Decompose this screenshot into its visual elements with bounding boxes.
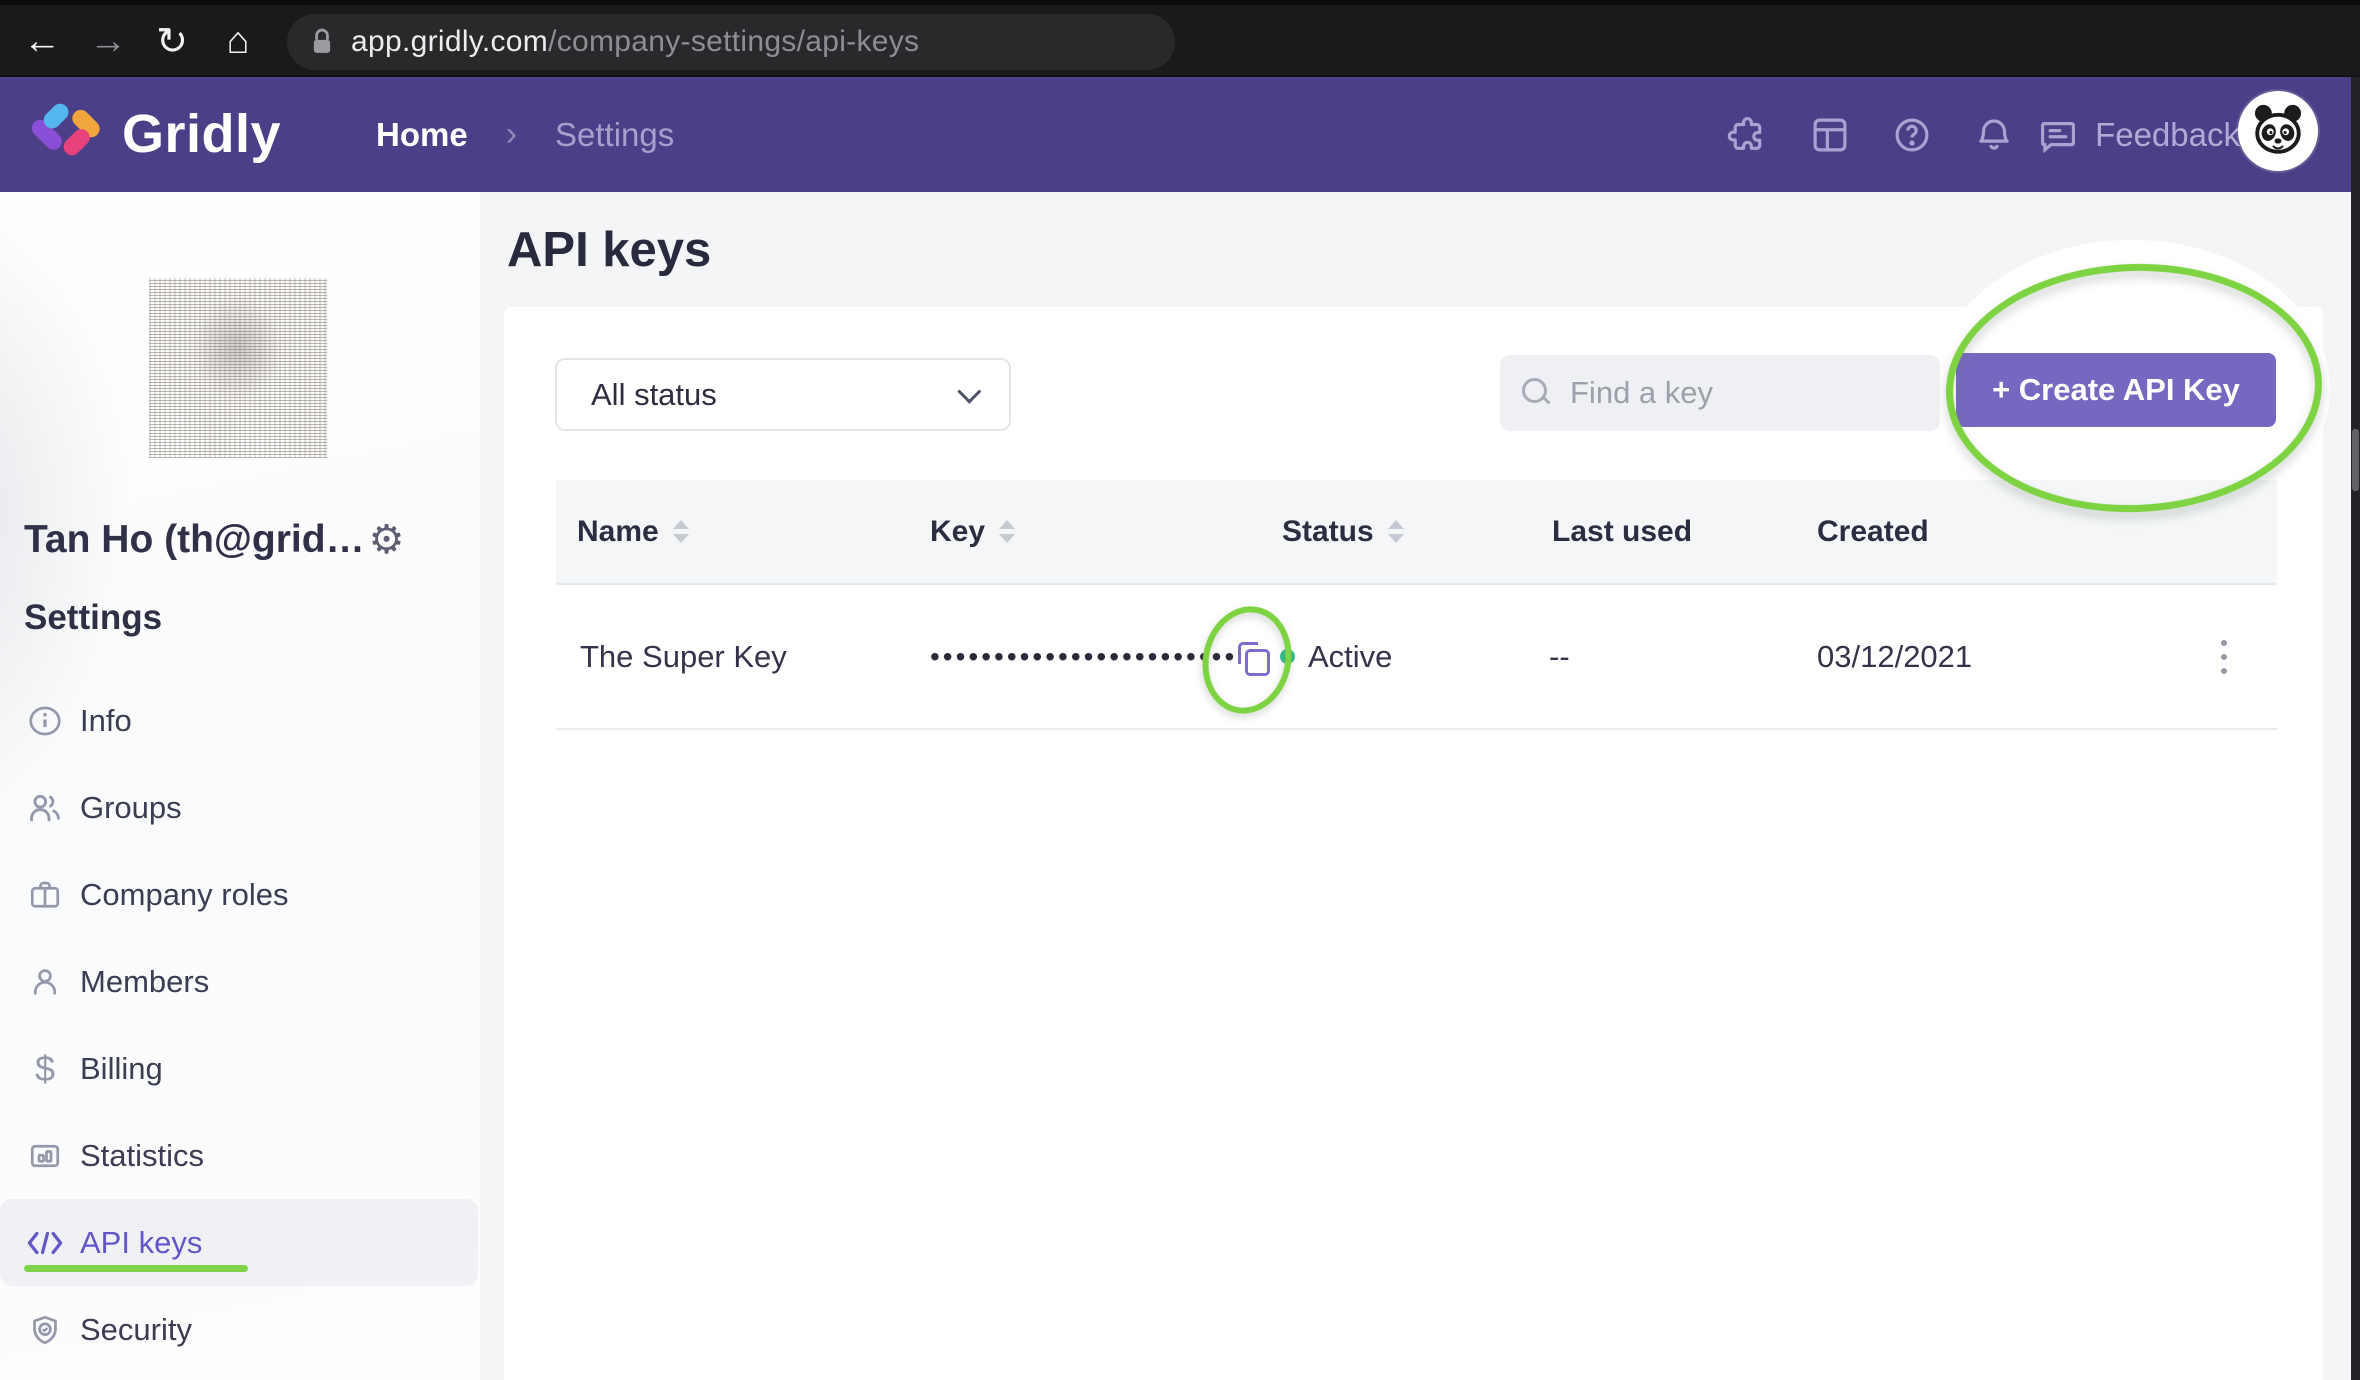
- browser-back-icon[interactable]: ←: [14, 13, 70, 69]
- sidebar-item-statistics[interactable]: Statistics: [0, 1112, 478, 1199]
- profile-picture: [149, 278, 327, 458]
- row-actions-menu-icon[interactable]: [2204, 631, 2244, 683]
- status-label: Active: [1308, 639, 1392, 675]
- brand-name[interactable]: Gridly: [122, 103, 281, 165]
- company-roles-icon: [26, 876, 64, 914]
- settings-sidebar: Tan Ho (th@grid… ⚙ Settings Info: [0, 192, 480, 1380]
- browser-home-icon[interactable]: ⌂: [210, 13, 266, 69]
- column-header-status[interactable]: Status: [1282, 515, 1404, 549]
- active-item-green-underline: [24, 1265, 248, 1272]
- browser-chrome: ← → ↻ ⌂ app.gridly.com/company-settings/…: [0, 0, 2360, 77]
- extensions-icon[interactable]: [1707, 77, 1789, 192]
- column-header-last-used: Last used: [1552, 515, 1692, 549]
- page-scrollbar: [2351, 77, 2360, 1380]
- column-header-created: Created: [1817, 515, 1929, 549]
- table-header: Name Key Status Last used Created: [556, 480, 2277, 585]
- sort-icon[interactable]: [1388, 520, 1404, 543]
- groups-icon: [26, 789, 64, 827]
- lock-icon: [309, 27, 335, 57]
- gear-icon[interactable]: ⚙: [369, 520, 405, 560]
- created-cell: 03/12/2021: [1817, 639, 1972, 675]
- sidebar-item-label: Company roles: [80, 877, 288, 913]
- help-icon[interactable]: [1871, 77, 1953, 192]
- breadcrumb: Home › Settings: [376, 77, 674, 192]
- search-input[interactable]: [1570, 375, 1890, 411]
- feedback-icon: [2037, 114, 2079, 156]
- panda-avatar-icon: [2247, 101, 2309, 161]
- sidebar-item-label: Security: [80, 1312, 192, 1348]
- app-window: ← → ↻ ⌂ app.gridly.com/company-settings/…: [0, 0, 2360, 1380]
- scrollbar-thumb[interactable]: [2352, 429, 2359, 491]
- sidebar-item-label: Members: [80, 964, 209, 1000]
- sidebar-item-api-keys[interactable]: API keys: [0, 1199, 478, 1286]
- sort-icon[interactable]: [999, 520, 1015, 543]
- url-host: app.gridly.com: [351, 25, 548, 58]
- gridly-logo-icon[interactable]: [30, 93, 114, 169]
- last-used-cell: --: [1549, 639, 1570, 675]
- feedback-button[interactable]: Feedback: [2037, 114, 2240, 156]
- url-path: /company-settings/api-keys: [548, 25, 919, 58]
- table-row: The Super Key •••••••••••••••••••••••• A…: [556, 585, 2277, 730]
- browser-forward-icon[interactable]: →: [80, 13, 136, 69]
- status-filter-dropdown[interactable]: All status: [555, 358, 1011, 431]
- sidebar-item-label: Billing: [80, 1051, 163, 1087]
- security-icon: [26, 1311, 64, 1349]
- sidebar-item-security[interactable]: Security: [0, 1286, 478, 1373]
- app-header: Gridly Home › Settings: [0, 77, 2360, 192]
- statistics-icon: [26, 1137, 64, 1175]
- user-avatar[interactable]: [2238, 91, 2318, 171]
- sidebar-item-label: API keys: [80, 1225, 202, 1261]
- chevron-down-icon: [957, 380, 981, 404]
- notifications-icon[interactable]: [1953, 77, 2035, 192]
- key-name-cell: The Super Key: [580, 639, 787, 675]
- sidebar-item-company-roles[interactable]: Company roles: [0, 851, 478, 938]
- user-name: Tan Ho (th@grid…: [24, 518, 365, 562]
- sort-icon[interactable]: [673, 520, 689, 543]
- status-cell: Active: [1280, 639, 1392, 675]
- page-title: API keys: [507, 222, 711, 278]
- status-filter-value: All status: [591, 377, 717, 413]
- members-icon: [26, 963, 64, 1001]
- api-keys-icon: [26, 1224, 64, 1262]
- address-bar[interactable]: app.gridly.com/company-settings/api-keys: [287, 14, 1175, 70]
- breadcrumb-settings: Settings: [555, 116, 674, 154]
- feedback-label: Feedback: [2095, 116, 2240, 154]
- column-header-name[interactable]: Name: [577, 515, 689, 549]
- info-icon: [26, 702, 64, 740]
- breadcrumb-home[interactable]: Home: [376, 116, 468, 154]
- sidebar-item-label: Groups: [80, 790, 182, 826]
- browser-refresh-icon[interactable]: ↻: [144, 13, 200, 69]
- layout-icon[interactable]: [1789, 77, 1871, 192]
- sidebar-item-info[interactable]: Info: [0, 677, 478, 764]
- sidebar-item-label: Statistics: [80, 1138, 204, 1174]
- sidebar-item-billing[interactable]: $ Billing: [0, 1025, 478, 1112]
- sidebar-item-label: Info: [80, 703, 132, 739]
- billing-icon: $: [26, 1050, 64, 1088]
- breadcrumb-separator-icon: ›: [506, 115, 517, 154]
- search-box: [1500, 355, 1940, 431]
- sidebar-nav: Info Groups: [0, 677, 480, 1373]
- sidebar-item-members[interactable]: Members: [0, 938, 478, 1025]
- masked-key-cell: ••••••••••••••••••••••••: [930, 641, 1237, 673]
- sidebar-section-title: Settings: [24, 598, 162, 638]
- sidebar-item-groups[interactable]: Groups: [0, 764, 478, 851]
- search-icon: [1522, 378, 1552, 408]
- column-header-key[interactable]: Key: [930, 515, 1015, 549]
